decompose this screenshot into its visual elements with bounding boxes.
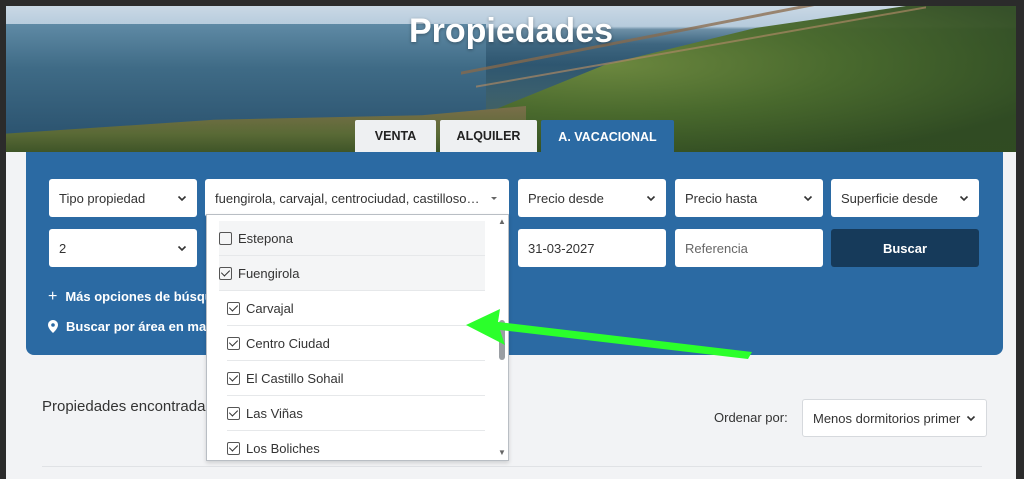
listing-type-tabs: VENTA ALQUILER A. VACACIONAL (355, 120, 674, 153)
more-options-link[interactable]: + Más opciones de búsque (48, 287, 220, 305)
zone-option-label: Fuengirola (238, 265, 300, 281)
checkbox-checked[interactable] (227, 406, 240, 420)
zone-option-estepona[interactable]: Estepona (219, 221, 485, 256)
zone-option-los-boliches[interactable]: Los Boliches (227, 431, 485, 460)
dropdown-scrollbar[interactable]: ▲ ▼ (496, 215, 508, 460)
chevron-down-icon (959, 195, 969, 202)
zone-dropdown-list: Estepona Fuengirola Carvajal Centro Ciud… (206, 214, 509, 461)
date-input[interactable]: 31-03-2027 (518, 229, 666, 267)
surface-from-value: Superficie desde (841, 190, 938, 206)
reference-placeholder: Referencia (685, 240, 748, 256)
zone-option-carvajal[interactable]: Carvajal (227, 291, 485, 326)
search-panel: Tipo propiedad fuengirola, carvajal, cen… (26, 152, 1003, 355)
price-from-value: Precio desde (528, 190, 604, 206)
divider (42, 466, 982, 467)
zone-option-label: Estepona (238, 230, 293, 246)
property-type-select[interactable]: Tipo propiedad (49, 179, 197, 217)
zone-option-el-castillo-sohail[interactable]: El Castillo Sohail (227, 361, 485, 396)
scroll-thumb[interactable] (499, 320, 505, 360)
sort-value: Menos dormitorios primer (813, 410, 961, 426)
sort-label: Ordenar por: (714, 410, 788, 425)
tab-alquiler[interactable]: ALQUILER (440, 120, 537, 152)
zone-option-label: Centro Ciudad (246, 335, 330, 351)
zone-option-label: Carvajal (246, 300, 294, 316)
results-count-label: Propiedades encontradas (42, 398, 213, 415)
chevron-down-icon (803, 195, 813, 202)
zone-multiselect-value: fuengirola, carvajal, centrociudad, cast… (215, 190, 483, 206)
zone-option-fuengirola[interactable]: Fuengirola (219, 256, 485, 291)
caret-down-icon (491, 197, 497, 200)
page-title: Propiedades (408, 12, 614, 50)
property-type-value: Tipo propiedad (59, 190, 146, 206)
checkbox-unchecked[interactable] (219, 231, 232, 245)
browser-viewport: Propiedades VENTA ALQUILER A. VACACIONAL… (6, 6, 1016, 479)
search-button[interactable]: Buscar (831, 229, 979, 267)
zone-option-label: Las Viñas (246, 405, 303, 421)
checkbox-checked[interactable] (227, 301, 240, 315)
checkbox-checked[interactable] (227, 441, 240, 455)
surface-from-select[interactable]: Superficie desde (831, 179, 979, 217)
map-search-link[interactable]: Buscar por área en mapa (48, 319, 221, 334)
checkbox-checked[interactable] (227, 336, 240, 350)
zone-option-las-vinas[interactable]: Las Viñas (227, 396, 485, 431)
bedrooms-select[interactable]: 2 (49, 229, 197, 267)
plus-icon: + (48, 287, 58, 305)
chevron-down-icon (646, 195, 656, 202)
zone-option-label: Los Boliches (246, 440, 320, 456)
map-pin-icon (48, 320, 58, 333)
price-from-select[interactable]: Precio desde (518, 179, 666, 217)
tab-alquiler-vacacional[interactable]: A. VACACIONAL (541, 120, 674, 153)
checkbox-checked[interactable] (219, 266, 232, 280)
date-value: 31-03-2027 (528, 240, 595, 256)
more-options-label: Más opciones de búsque (65, 289, 220, 304)
sort-select[interactable]: Menos dormitorios primer (802, 399, 987, 437)
reference-input[interactable]: Referencia (675, 229, 823, 267)
price-to-value: Precio hasta (685, 190, 758, 206)
scroll-up-icon[interactable]: ▲ (498, 218, 506, 226)
map-search-label: Buscar por área en mapa (66, 319, 222, 334)
zone-multiselect[interactable]: fuengirola, carvajal, centrociudad, cast… (205, 179, 509, 217)
tab-venta[interactable]: VENTA (355, 120, 436, 152)
scroll-down-icon[interactable]: ▼ (498, 449, 506, 457)
price-to-select[interactable]: Precio hasta (675, 179, 823, 217)
chevron-down-icon (177, 195, 187, 202)
bedrooms-value: 2 (59, 240, 67, 256)
chevron-down-icon (966, 415, 976, 422)
zone-option-label: El Castillo Sohail (246, 370, 344, 386)
chevron-down-icon (177, 245, 187, 252)
zone-option-centro-ciudad[interactable]: Centro Ciudad (227, 326, 485, 361)
checkbox-checked[interactable] (227, 371, 240, 385)
